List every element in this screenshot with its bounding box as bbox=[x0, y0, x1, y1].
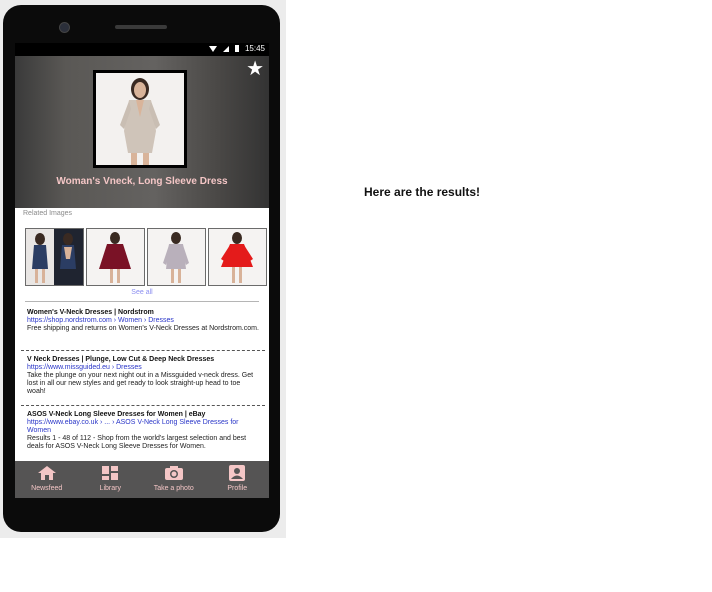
result-description: Free shipping and returns on Women's V-N… bbox=[27, 325, 259, 332]
bottom-navigation: Newsfeed Library Take a photo Profile bbox=[15, 461, 269, 498]
result-divider bbox=[21, 405, 265, 406]
main-product-image[interactable] bbox=[93, 70, 187, 168]
home-icon bbox=[37, 465, 57, 481]
camera-icon bbox=[164, 465, 184, 481]
nav-newsfeed-label: Newsfeed bbox=[31, 485, 63, 492]
nav-take-photo[interactable]: Take a photo bbox=[142, 461, 206, 498]
wifi-icon bbox=[208, 45, 217, 52]
status-bar: 15:45 bbox=[15, 43, 269, 56]
result-url[interactable]: https://www.missguided.eu › Dresses bbox=[27, 364, 259, 372]
nav-library[interactable]: Library bbox=[79, 461, 143, 498]
profile-icon bbox=[227, 465, 247, 481]
related-image-2[interactable] bbox=[86, 228, 145, 286]
earpiece-speaker bbox=[115, 25, 167, 29]
related-image-1[interactable] bbox=[25, 228, 84, 286]
results-message: Here are the results! bbox=[364, 185, 481, 199]
result-divider bbox=[21, 350, 265, 351]
nav-take-photo-label: Take a photo bbox=[153, 485, 194, 492]
nav-profile[interactable]: Profile bbox=[206, 461, 270, 498]
nav-profile-label: Profile bbox=[227, 485, 248, 492]
library-icon bbox=[100, 465, 120, 481]
battery-icon bbox=[234, 45, 239, 52]
signal-icon bbox=[222, 45, 229, 52]
result-url[interactable]: https://shop.nordstrom.com › Women › Dre… bbox=[27, 317, 259, 325]
related-image-4[interactable] bbox=[208, 228, 267, 286]
phone-frame: 15:45 ★ Woman's Vneck, Long Sleeve Dress… bbox=[3, 5, 280, 532]
section-divider bbox=[25, 301, 259, 302]
search-result[interactable]: ASOS V-Neck Long Sleeve Dresses for Wome… bbox=[27, 411, 259, 451]
product-title: Woman's Vneck, Long Sleeve Dress bbox=[56, 176, 228, 187]
related-images-strip bbox=[25, 228, 267, 286]
result-description: Results 1 - 48 of 112 - Shop from the wo… bbox=[27, 435, 247, 450]
see-all-link[interactable]: See all bbox=[15, 289, 269, 296]
related-images-label: Related Images bbox=[23, 210, 73, 217]
result-url[interactable]: https://www.ebay.co.uk › ... › ASOS V-Ne… bbox=[27, 419, 259, 435]
result-description: Take the plunge on your next night out i… bbox=[27, 372, 254, 395]
phone-screen: 15:45 ★ Woman's Vneck, Long Sleeve Dress… bbox=[15, 43, 269, 498]
result-title[interactable]: ASOS V-Neck Long Sleeve Dresses for Wome… bbox=[27, 411, 259, 419]
hero-banner: ★ Woman's Vneck, Long Sleeve Dress bbox=[15, 56, 269, 208]
front-camera bbox=[59, 22, 70, 33]
status-time: 15:45 bbox=[244, 44, 265, 53]
result-title[interactable]: Women's V-Neck Dresses | Nordstrom bbox=[27, 309, 259, 317]
search-result[interactable]: V Neck Dresses | Plunge, Low Cut & Deep … bbox=[27, 356, 259, 396]
nav-library-label: Library bbox=[99, 485, 121, 492]
nav-newsfeed[interactable]: Newsfeed bbox=[15, 461, 79, 498]
related-image-3[interactable] bbox=[147, 228, 206, 286]
result-title[interactable]: V Neck Dresses | Plunge, Low Cut & Deep … bbox=[27, 356, 259, 364]
search-result[interactable]: Women's V-Neck Dresses | Nordstrom https… bbox=[27, 309, 259, 333]
star-icon[interactable]: ★ bbox=[246, 59, 264, 79]
